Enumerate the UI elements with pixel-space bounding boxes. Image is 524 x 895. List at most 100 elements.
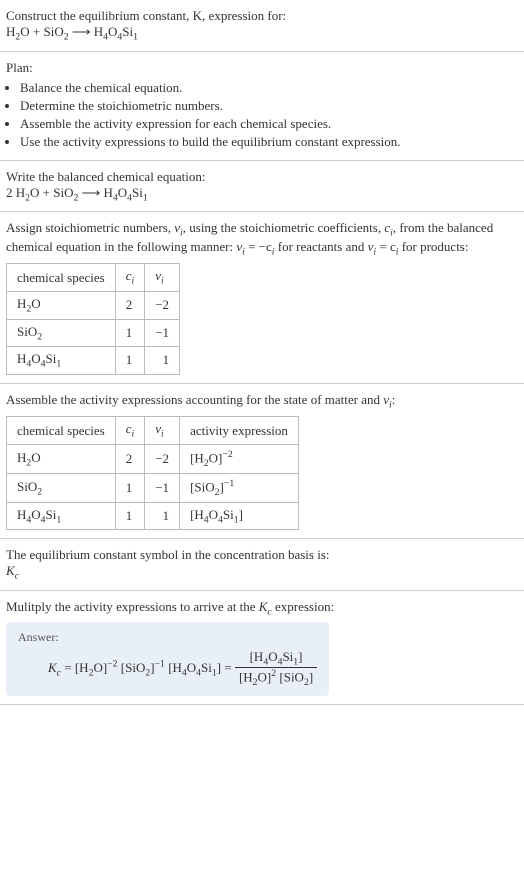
t: ] [309,669,313,684]
th-nui: νi [145,417,180,445]
t: = c [376,239,396,254]
Ks: c [15,571,19,582]
s: 1 [143,192,148,203]
species-cell: SiO2 [7,319,116,347]
answer-box: Answer: Kc = [H2O]−2 [SiO2]−1 [H4O4Si1] … [6,622,329,697]
t: H [94,24,103,39]
t: SiO [17,479,37,494]
e: −2 [222,449,232,460]
t: H [17,296,26,311]
K: K [6,563,15,578]
activity-cell: [SiO2]−1 [180,473,299,502]
species-cell: H2O [7,291,116,319]
s: 1 [133,32,138,43]
species-cell: H4O4Si1 [7,502,116,530]
construct-section: Construct the equilibrium constant, K, e… [0,0,524,52]
plan-heading: Plan: [6,60,518,76]
t: , using the stoichiometric coefficients, [183,220,385,235]
s: 1 [56,359,61,370]
t: [SiO [279,669,304,684]
assemble-section: Assemble the activity expressions accoun… [0,384,524,540]
s: i [161,276,164,287]
symbol-text: The equilibrium constant symbol in the c… [6,547,518,563]
t: O [108,24,117,39]
plan-item: Balance the chemical equation. [20,80,518,96]
th-activity: activity expression [180,417,299,445]
c-cell: 1 [115,347,145,375]
table-header-row: chemical species ci νi activity expressi… [7,417,299,445]
s: i [132,276,135,287]
species-cell: H2O [7,444,116,473]
e: −2 [107,658,117,669]
activity-table: chemical species ci νi activity expressi… [6,416,299,530]
t: O + SiO [30,185,73,200]
t: O] [209,450,223,465]
t: H [6,24,15,39]
table-row: H4O4Si1 1 1 [7,347,180,375]
t: Si [122,24,133,39]
t: H [17,450,26,465]
t: Si [46,351,57,366]
t: [SiO [121,659,146,674]
answer-label: Answer: [18,630,317,645]
t: O [209,507,218,522]
t: : [392,392,396,407]
activity-cell: [H4O4Si1] [180,502,299,530]
text: Construct the equilibrium constant, K, e… [6,8,286,23]
t: O [31,507,40,522]
c-cell: 2 [115,444,145,473]
t: = −c [245,239,272,254]
t: ] [239,507,243,522]
t: O [31,296,40,311]
plan-section: Plan: Balance the chemical equation. Det… [0,52,524,161]
c-cell: 1 [115,502,145,530]
table-header-row: chemical species ci νi [7,264,180,292]
nu-cell: −2 [145,444,180,473]
t: Si [132,185,143,200]
numerator: [H4O4Si1] [235,649,317,669]
t: [H [168,659,182,674]
t: O + SiO [20,24,63,39]
t: [H [190,450,204,465]
t: [H [190,507,204,522]
table-row: H2O 2 −2 [7,291,180,319]
t: O] [93,659,107,674]
c-cell: 2 [115,291,145,319]
construct-equation: H2O + SiO2 ⟶ H4O4Si1 [6,24,518,43]
balanced-equation: 2 H2O + SiO2 ⟶ H4O4Si1 [6,185,518,204]
t: [H [239,669,253,684]
nu-cell: 1 [145,347,180,375]
t: expression: [272,599,334,614]
t: Assemble the activity expressions accoun… [6,392,383,407]
t: [H [75,659,89,674]
t: [SiO [190,479,215,494]
s: 2 [37,486,42,497]
balanced-section: Write the balanced chemical equation: 2 … [0,161,524,213]
t: ] [298,649,302,664]
nu-cell: 1 [145,502,180,530]
kc-symbol: Kc [6,563,518,582]
t: H [16,185,25,200]
species-cell: H4O4Si1 [7,347,116,375]
table-row: H2O 2 −2 [H2O]−2 [7,444,299,473]
arrow: ⟶ [69,24,94,39]
plan-list: Balance the chemical equation. Determine… [6,80,518,150]
plan-item: Assemble the activity expression for eac… [20,116,518,132]
s: 2 [37,331,42,342]
coef: 2 [6,185,16,200]
t: O] [258,669,272,684]
e: −1 [224,478,234,489]
th-ci: ci [115,264,145,292]
multiply-section: Mulitply the activity expressions to arr… [0,591,524,705]
t: Assign stoichiometric numbers, [6,220,174,235]
balanced-heading: Write the balanced chemical equation: [6,169,518,185]
t: for reactants and [274,239,367,254]
th-species: chemical species [7,417,116,445]
nu-cell: −1 [145,473,180,502]
t: O [118,185,127,200]
arrow: ⟶ [78,185,103,200]
nu-cell: −1 [145,319,180,347]
t: [H [250,649,264,664]
t: Mulitply the activity expressions to arr… [6,599,259,614]
construct-heading: Construct the equilibrium constant, K, e… [6,8,518,24]
